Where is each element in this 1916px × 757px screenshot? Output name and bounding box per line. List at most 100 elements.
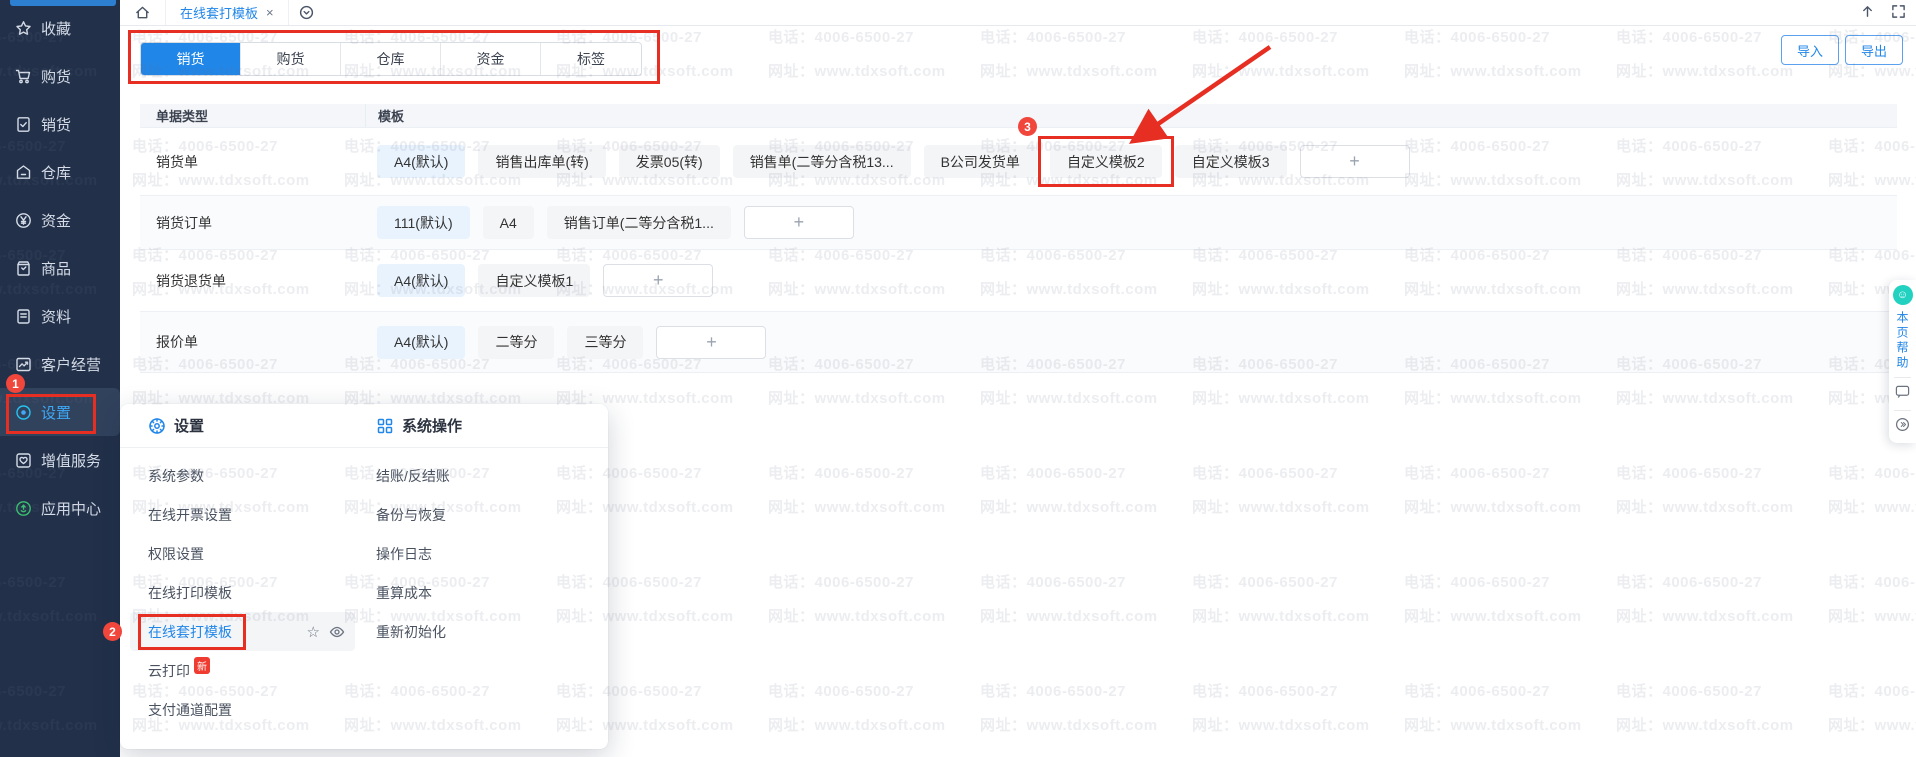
- feedback-chat-icon[interactable]: [1895, 384, 1910, 404]
- tab-title: 在线套打模板: [180, 3, 258, 22]
- watermark-text: 电话：4006-6500-27: [1192, 571, 1338, 592]
- watermark-text: 电话：4006-6500-27: [768, 680, 914, 701]
- add-template-button[interactable]: +: [603, 264, 713, 297]
- module-tab-仓库[interactable]: 仓库: [341, 43, 441, 75]
- sidebar-item-设置[interactable]: 设置: [0, 388, 120, 436]
- watermark-text: 网址：www.tdxsoft.com: [1828, 714, 1916, 735]
- template-chip-A4(默认)[interactable]: A4(默认): [377, 326, 465, 359]
- template-chip-A4(默认)[interactable]: A4(默认): [377, 264, 465, 297]
- template-chip-自定义模板2[interactable]: 自定义模板2: [1050, 145, 1162, 178]
- template-chip-发票05(转)[interactable]: 发票05(转): [619, 145, 720, 178]
- module-tabs: 销货购货仓库资金标签: [140, 42, 642, 76]
- menu-item-label: 结账/反结账: [376, 466, 450, 486]
- sidebar-item-购货[interactable]: 购货: [0, 52, 120, 100]
- settings-menu-item-权限设置[interactable]: 权限设置: [148, 534, 376, 573]
- sidebar-item-仓库[interactable]: 仓库: [0, 148, 120, 196]
- watermark-text: 网址：www.tdxsoft.com: [1404, 60, 1582, 81]
- export-button[interactable]: 导出: [1845, 35, 1903, 65]
- template-chip-销售出库单(转)[interactable]: 销售出库单(转): [478, 145, 605, 178]
- module-tab-资金[interactable]: 资金: [441, 43, 541, 75]
- eye-icon[interactable]: [329, 624, 345, 640]
- tab-list-dropdown-button[interactable]: [299, 5, 314, 20]
- watermark-text: 网址：www.tdxsoft.com: [980, 605, 1158, 626]
- system-ops-menu-item-重算成本[interactable]: 重算成本: [376, 573, 608, 612]
- app-center-icon: [15, 500, 32, 517]
- sidebar-item-商品[interactable]: 商品: [0, 244, 120, 292]
- doc-check-icon: [15, 116, 32, 133]
- import-button[interactable]: 导入: [1781, 35, 1839, 65]
- watermark-text: 网址：www.tdxsoft.com: [1616, 387, 1794, 408]
- template-chip-销售单(二等分含税13...[interactable]: 销售单(二等分含税13...: [733, 145, 911, 178]
- collapse-arrow-icon[interactable]: [1895, 417, 1910, 437]
- sidebar-item-增值服务[interactable]: 增值服务: [0, 436, 120, 484]
- module-tab-购货[interactable]: 购货: [241, 43, 341, 75]
- settings-menu-item-云打印[interactable]: 云打印新: [148, 651, 376, 690]
- system-ops-menu-item-操作日志[interactable]: 操作日志: [376, 534, 608, 573]
- watermark-text: 网址：www.tdxsoft.com: [1616, 714, 1794, 735]
- watermark-text: 电话：4006-6500-27: [1828, 571, 1916, 592]
- watermark-text: 电话：4006-6500-27: [1828, 680, 1916, 701]
- yen-circle-icon: [15, 212, 32, 229]
- template-chip-三等分[interactable]: 三等分: [567, 326, 643, 359]
- gear-icon: [15, 404, 32, 421]
- sidebar-item-应用中心[interactable]: 应用中心: [0, 484, 120, 532]
- sidebar-item-资金[interactable]: 资金: [0, 196, 120, 244]
- sidebar-item-label: 资料: [41, 306, 71, 327]
- settings-menu-item-系统参数[interactable]: 系统参数: [148, 456, 376, 495]
- scroll-top-icon[interactable]: [1860, 4, 1875, 19]
- sidebar-item-客户经营[interactable]: 客户经营: [0, 340, 120, 388]
- settings-menu-item-在线打印模板[interactable]: 在线打印模板: [148, 573, 376, 612]
- sidebar-item-资料[interactable]: 资料: [0, 292, 120, 340]
- template-chip-A4(默认)[interactable]: A4(默认): [377, 145, 465, 178]
- module-tab-标签[interactable]: 标签: [541, 43, 641, 75]
- tab-close-icon[interactable]: ×: [266, 5, 274, 20]
- home-icon: [135, 5, 150, 20]
- system-ops-menu-item-结账/反结账[interactable]: 结账/反结账: [376, 456, 608, 495]
- settings-menu-item-支付通道配置[interactable]: 支付通道配置: [148, 690, 376, 729]
- system-ops-menu-item-重新初始化[interactable]: 重新初始化: [376, 612, 608, 651]
- watermark-text: 电话：4006-6500-27: [980, 571, 1126, 592]
- template-chip-自定义模板1[interactable]: 自定义模板1: [478, 264, 590, 297]
- customer-service-icon[interactable]: ☺: [1893, 285, 1913, 305]
- table-row-销货订单: 销货订单 111(默认) A4 销售订单(二等分含税1... +: [140, 196, 1897, 250]
- menu-item-label: 在线开票设置: [148, 505, 232, 525]
- bag-icon: [15, 260, 32, 277]
- sidebar-nav: 收藏购货销货仓库资金商品资料客户经营设置增值服务应用中心: [0, 4, 120, 532]
- doc-type-label: 销货订单: [140, 213, 365, 233]
- settings-menu-item-在线开票设置[interactable]: 在线开票设置: [148, 495, 376, 534]
- sidebar-item-label: 应用中心: [41, 498, 101, 519]
- tab-online-print-template[interactable]: 在线套打模板 ×: [166, 0, 289, 25]
- template-chip-自定义模板3[interactable]: 自定义模板3: [1175, 145, 1287, 178]
- home-tab-button[interactable]: [120, 0, 166, 25]
- watermark-text: 电话：4006-6500-27: [768, 462, 914, 483]
- template-chip-111(默认)[interactable]: 111(默认): [377, 206, 470, 239]
- module-tab-销货[interactable]: 销货: [141, 43, 241, 75]
- template-chip-A4[interactable]: A4: [483, 206, 534, 239]
- add-template-button[interactable]: +: [656, 326, 766, 359]
- watermark-text: 网址：www.tdxsoft.com: [1192, 60, 1370, 81]
- page-help-button[interactable]: 本页帮助: [1894, 311, 1911, 371]
- add-template-button[interactable]: +: [744, 206, 854, 239]
- template-chip-二等分[interactable]: 二等分: [478, 326, 554, 359]
- template-chip-B公司发货单[interactable]: B公司发货单: [924, 145, 1037, 178]
- table-row-销货单: 销货单 A4(默认) 销售出库单(转) 发票05(转) 销售单(二等分含税13... B公…: [140, 128, 1897, 196]
- sidebar-item-label: 客户经营: [41, 354, 101, 375]
- grid-icon: [376, 417, 394, 435]
- menu-item-label: 重新初始化: [376, 622, 446, 642]
- fullscreen-icon[interactable]: [1891, 4, 1906, 19]
- template-chip-销售订单(二等分含税1...[interactable]: 销售订单(二等分含税1...: [547, 206, 731, 239]
- sidebar-item-收藏[interactable]: 收藏: [0, 4, 120, 52]
- menu-item-label: 在线套打模板: [148, 622, 232, 642]
- annotation-box-menu-item: [138, 614, 246, 650]
- sidebar-item-销货[interactable]: 销货: [0, 100, 120, 148]
- watermark-text: 网址：www.tdxsoft.com: [1616, 60, 1794, 81]
- add-template-button[interactable]: +: [1300, 145, 1410, 178]
- settings-popup: 设置 系统操作 系统参数在线开票设置权限设置在线打印模板在线套打模板 ☆ 2云打…: [120, 404, 608, 749]
- sidebar-item-label: 收藏: [41, 18, 71, 39]
- settings-menu-item-在线套打模板[interactable]: 在线套打模板 ☆ 2: [130, 612, 355, 651]
- favorite-star-icon[interactable]: ☆: [307, 623, 320, 641]
- chart-icon: [15, 356, 32, 373]
- system-ops-menu-item-备份与恢复[interactable]: 备份与恢复: [376, 495, 608, 534]
- watermark-text: 电话：4006-6500-27: [768, 26, 914, 47]
- doc-type-label: 销货单: [140, 152, 365, 172]
